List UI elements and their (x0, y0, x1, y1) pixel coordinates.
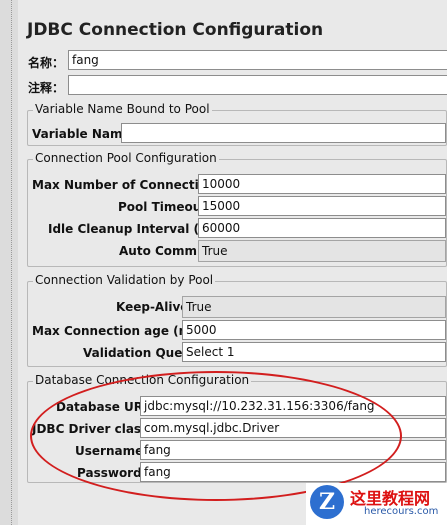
validation-query-row: Validation Query: Select 1 (28, 342, 446, 364)
watermark-logo: Z 这里教程网 herecours.com (306, 483, 447, 525)
variable-group-legend: Variable Name Bound to Pool (33, 102, 212, 116)
watermark-domain-text: herecours.com (364, 506, 439, 517)
max-age-row: Max Connection age (ms): 5000 (28, 320, 446, 342)
comment-row: 注释： (26, 75, 447, 97)
connection-pool-group: Connection Pool Configuration Max Number… (27, 151, 447, 267)
watermark-z-icon: Z (310, 485, 344, 519)
auto-commit-row: Auto Commit: True (28, 240, 446, 262)
name-label: 名称： (28, 56, 65, 70)
keep-alive-row: Keep-Alive: True (28, 296, 446, 318)
max-connections-row: Max Number of Connections: 10000 (28, 174, 446, 196)
idle-cleanup-row: Idle Cleanup Interval (ms): 60000 (28, 218, 446, 240)
max-age-input[interactable]: 5000 (182, 320, 446, 340)
tree-connector-line (11, 0, 12, 525)
page-title: JDBC Connection Configuration (27, 20, 324, 40)
keep-alive-select[interactable]: True (182, 296, 446, 318)
pool-timeout-row: Pool Timeout: 15000 (28, 196, 446, 218)
comment-input[interactable] (68, 75, 447, 95)
max-connections-input[interactable]: 10000 (198, 174, 446, 194)
variable-name-group: Variable Name Bound to Pool Variable Nam… (27, 102, 447, 146)
pool-timeout-input[interactable]: 15000 (198, 196, 446, 216)
auto-commit-select[interactable]: True (198, 240, 446, 262)
validation-group-legend: Connection Validation by Pool (33, 273, 216, 287)
comment-label: 注释： (28, 81, 65, 95)
name-row: 名称： fang (26, 50, 447, 72)
tree-strip (0, 0, 19, 525)
variable-name-row: Variable Name: (28, 123, 446, 145)
validation-query-input[interactable]: Select 1 (182, 342, 446, 362)
variable-name-label: Variable Name: (32, 127, 136, 141)
variable-name-input[interactable] (121, 123, 446, 143)
idle-cleanup-input[interactable]: 60000 (198, 218, 446, 238)
name-input[interactable]: fang (68, 50, 447, 70)
validation-group: Connection Validation by Pool Keep-Alive… (27, 273, 447, 367)
annotation-oval (30, 371, 402, 501)
pool-group-legend: Connection Pool Configuration (33, 151, 219, 165)
